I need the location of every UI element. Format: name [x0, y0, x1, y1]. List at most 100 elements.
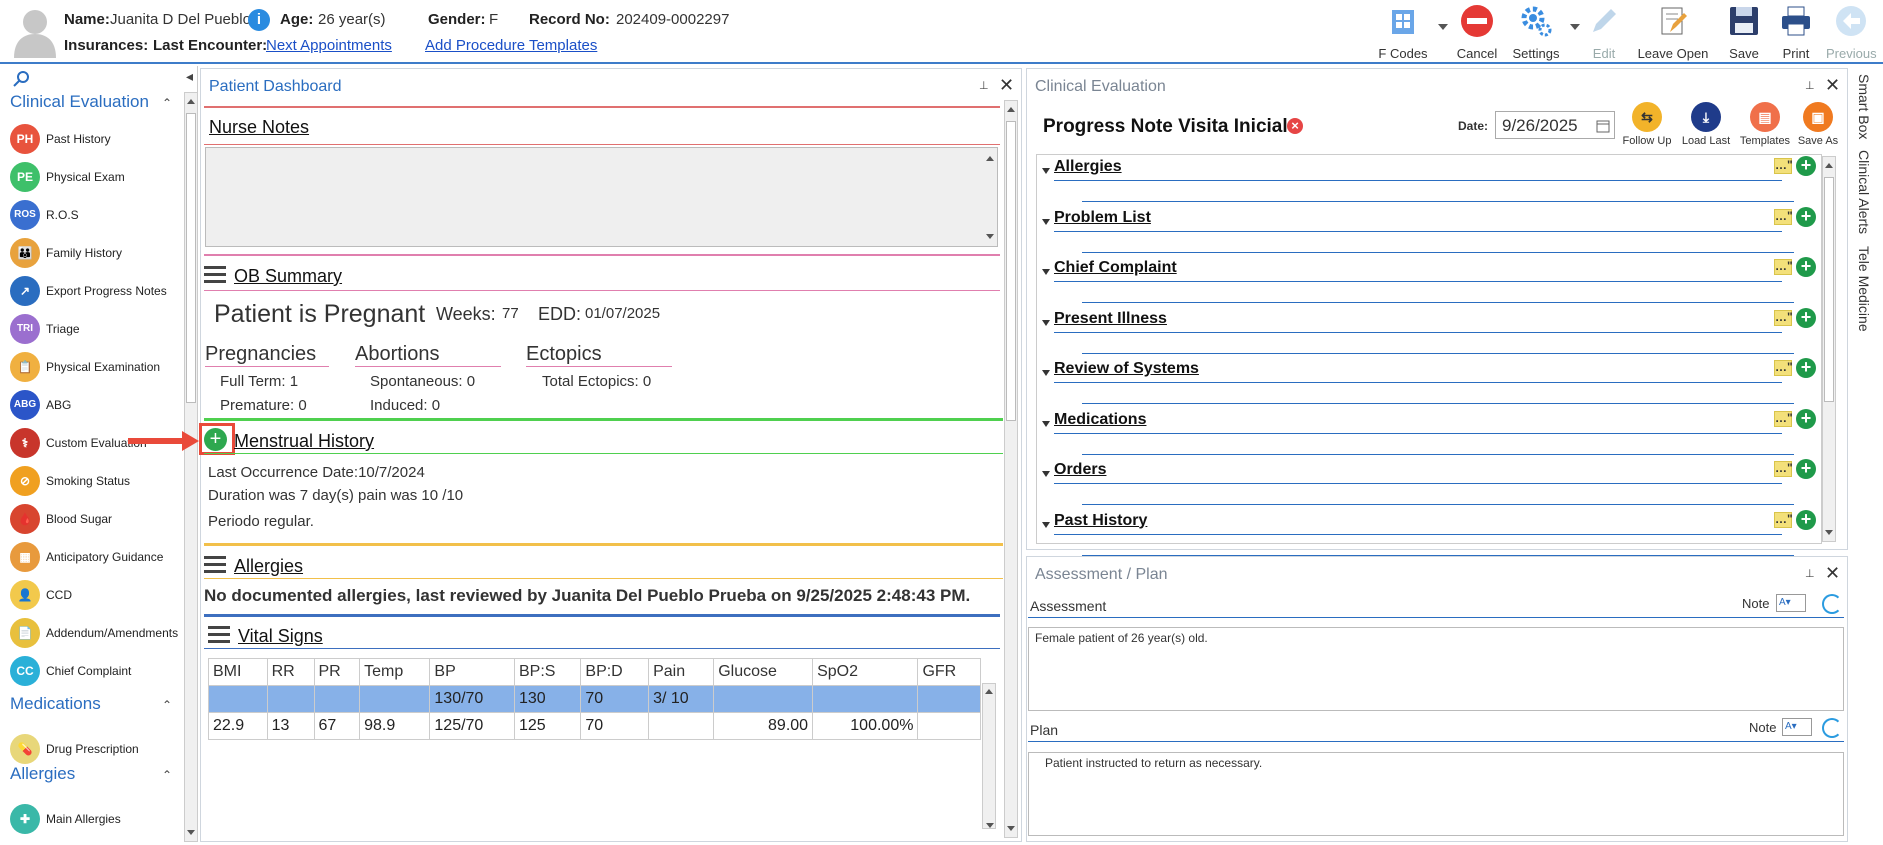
ce-section-field-line[interactable]: [1082, 352, 1794, 354]
ce-section-label[interactable]: Present Illness: [1054, 310, 1167, 328]
fcodes-button[interactable]: F Codes: [1376, 4, 1430, 61]
add-icon[interactable]: +: [1796, 408, 1816, 429]
ce-scroll-thumb[interactable]: [1824, 177, 1834, 402]
dash-scroll-up-icon[interactable]: [1007, 107, 1015, 112]
nurse-notes-textarea[interactable]: [205, 147, 998, 247]
sidebar-item-export-progress-notes[interactable]: ↗ Export Progress Notes: [10, 274, 190, 308]
medications-collapse-icon[interactable]: ⌃: [162, 698, 172, 712]
ce-section-field-line[interactable]: [1082, 504, 1794, 505]
assessment-textarea[interactable]: Female patient of 26 year(s) old.: [1028, 627, 1844, 711]
nav-section-allergies[interactable]: Allergies: [10, 764, 75, 784]
nurse-notes-header[interactable]: Nurse Notes: [209, 117, 309, 138]
ce-section-label[interactable]: Chief Complaint: [1054, 259, 1177, 277]
ce-section-field-line[interactable]: [1082, 201, 1794, 202]
tab-clinical-alerts[interactable]: Clinical Alerts: [1856, 150, 1872, 234]
plan-note-dropdown[interactable]: A▾: [1782, 718, 1812, 736]
add-menstrual-button[interactable]: +: [204, 428, 227, 451]
tab-tele-medicine[interactable]: Tele Medicine: [1856, 246, 1872, 332]
sidebar-item-anticipatory-guidance[interactable]: ▦ Anticipatory Guidance: [10, 540, 190, 574]
ce-close-icon[interactable]: ✕: [1825, 75, 1840, 96]
save-as-button[interactable]: ▣ Save As: [1790, 102, 1846, 147]
add-icon[interactable]: +: [1796, 156, 1816, 176]
vital-scroll-up-icon[interactable]: [985, 689, 993, 694]
nav-section-clinical-evaluation[interactable]: Clinical Evaluation: [10, 92, 149, 112]
vital-col-header[interactable]: BP:S: [513, 658, 582, 686]
close-icon[interactable]: ✕: [999, 75, 1014, 96]
sidebar-item-r-o-s[interactable]: ROS R.O.S: [10, 198, 190, 232]
ce-section-field-line[interactable]: [1082, 251, 1794, 253]
expand-icon[interactable]: [1042, 218, 1050, 225]
vital-col-header[interactable]: RR: [266, 658, 315, 686]
add-icon[interactable]: +: [1796, 257, 1816, 277]
save-button[interactable]: Save: [1724, 4, 1764, 61]
vital-col-header[interactable]: Pain: [648, 658, 715, 686]
ce-section-label[interactable]: Review of Systems: [1054, 360, 1199, 378]
add-icon[interactable]: +: [1796, 206, 1816, 227]
expand-icon[interactable]: [1042, 269, 1050, 275]
ap-close-icon[interactable]: ✕: [1825, 563, 1840, 584]
notes-scroll-down-icon[interactable]: [986, 234, 994, 239]
nav-section-medications[interactable]: Medications: [10, 694, 101, 714]
ce-section-field-line[interactable]: [1082, 302, 1794, 303]
quote-icon[interactable]: …": [1774, 360, 1793, 376]
assessment-refresh-icon[interactable]: [1822, 594, 1842, 614]
collapse-nav-icon[interactable]: ◂: [186, 68, 193, 85]
dashboard-scroll-down-icon[interactable]: [986, 823, 994, 828]
ce-section-field-line[interactable]: [1082, 403, 1794, 404]
add-icon[interactable]: +: [1796, 459, 1816, 479]
calendar-icon[interactable]: [1596, 119, 1610, 133]
allergies-collapse-icon[interactable]: ⌃: [162, 768, 172, 782]
vital-scrollbar[interactable]: [982, 683, 996, 829]
scroll-up-icon[interactable]: [187, 99, 195, 104]
settings-dropdown-icon[interactable]: [1570, 24, 1580, 30]
menstrual-history-header[interactable]: Menstrual History: [234, 431, 374, 452]
notes-scroll-up-icon[interactable]: [986, 156, 994, 161]
ce-scrollbar[interactable]: [1822, 156, 1836, 542]
add-icon[interactable]: +: [1796, 358, 1816, 378]
expand-icon[interactable]: [1042, 471, 1050, 477]
vital-col-header[interactable]: PR: [313, 658, 361, 686]
sidebar-item-drug-prescription[interactable]: 💊 Drug Prescription: [10, 732, 190, 766]
settings-button[interactable]: Settings: [1508, 4, 1564, 61]
leave-open-button[interactable]: Leave Open: [1636, 4, 1710, 61]
sidebar-item-abg[interactable]: ABG ABG: [10, 388, 190, 422]
load-last-button[interactable]: ⤓ Load Last: [1676, 102, 1736, 147]
quote-icon[interactable]: …": [1774, 461, 1793, 477]
expand-icon[interactable]: [1042, 319, 1050, 326]
next-appointments-link[interactable]: Next Appointments: [266, 37, 392, 54]
quote-icon[interactable]: …": [1774, 410, 1793, 427]
sidebar-item-addendum-amendments[interactable]: 📄 Addendum/Amendments: [10, 616, 190, 650]
expand-icon[interactable]: [1042, 370, 1050, 376]
plan-textarea[interactable]: Patient instructed to return as necessar…: [1028, 752, 1844, 836]
ce-scroll-up-icon[interactable]: [1825, 163, 1833, 168]
quote-icon[interactable]: …": [1774, 208, 1793, 225]
search-icon[interactable]: [12, 70, 30, 88]
vital-col-header[interactable]: Temp: [359, 658, 431, 686]
ce-pin-icon[interactable]: ⊥: [1805, 79, 1815, 92]
vital-signs-row[interactable]: 22.9 13 67 98.9 125/70 125 70 89.00 100.00%: [208, 712, 981, 740]
ce-section-label[interactable]: Problem List: [1054, 209, 1151, 227]
allergies-menu-icon[interactable]: [204, 556, 226, 573]
ce-scroll-down-icon[interactable]: [1825, 530, 1833, 535]
assessment-note-dropdown[interactable]: A▾: [1776, 594, 1806, 612]
allergies-header[interactable]: Allergies: [234, 556, 303, 577]
ce-section-label[interactable]: Allergies: [1054, 158, 1122, 176]
edit-button[interactable]: Edit: [1584, 4, 1624, 61]
vital-signs-menu-icon[interactable]: [208, 626, 230, 643]
sidebar-item-physical-examination[interactable]: 📋 Physical Examination: [10, 350, 190, 384]
dashboard-scroll-thumb[interactable]: [1006, 121, 1016, 421]
vital-col-header[interactable]: SpO2: [812, 658, 919, 686]
vital-col-header[interactable]: GFR: [917, 658, 981, 686]
sidebar-item-smoking-status[interactable]: ⊘ Smoking Status: [10, 464, 190, 498]
patient-info-icon[interactable]: i: [248, 9, 270, 31]
dashboard-scrollbar[interactable]: [1004, 100, 1018, 838]
previous-button[interactable]: Previous: [1826, 4, 1877, 61]
sidebar-item-chief-complaint[interactable]: CC Chief Complaint: [10, 654, 190, 688]
sidebar-item-physical-exam[interactable]: PE Physical Exam: [10, 160, 190, 194]
dash-scroll-down-icon[interactable]: [1007, 826, 1015, 831]
quote-icon[interactable]: …": [1774, 259, 1793, 275]
print-button[interactable]: Print: [1776, 4, 1816, 61]
quote-icon[interactable]: …": [1774, 309, 1793, 326]
add-procedure-templates-link[interactable]: Add Procedure Templates: [425, 37, 597, 54]
quote-icon[interactable]: …": [1774, 511, 1793, 528]
